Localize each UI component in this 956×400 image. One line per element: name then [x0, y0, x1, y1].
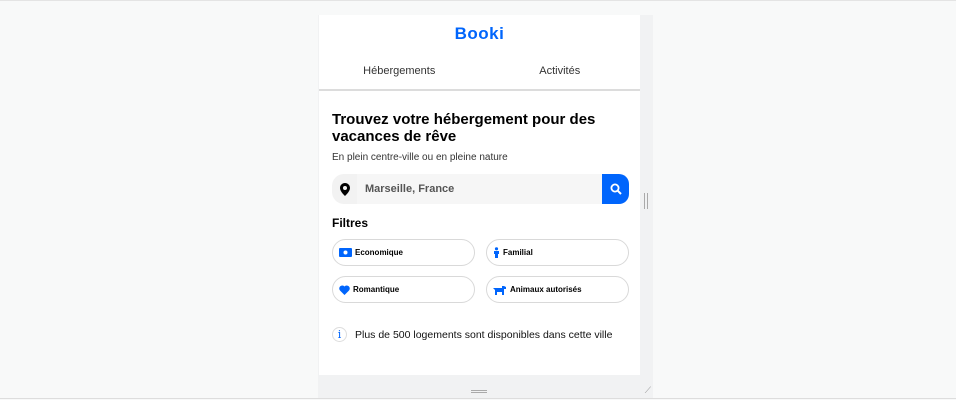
resize-handle-right[interactable]: [644, 193, 648, 209]
tab-activites[interactable]: Activités: [480, 55, 641, 89]
resize-corner-icon[interactable]: ⟋: [645, 385, 651, 396]
filters-title: Filtres: [332, 216, 369, 230]
info-text: Plus de 500 logements sont disponibles d…: [355, 328, 613, 341]
logo[interactable]: Booki: [319, 24, 640, 44]
info-icon: i: [332, 327, 347, 342]
filter-label: Familial: [503, 248, 533, 257]
subtitle: En plein centre-ville ou en pleine natur…: [332, 152, 508, 163]
page-title: Trouvez votre hébergement pour des vacan…: [332, 111, 596, 145]
search-button[interactable]: [602, 174, 629, 204]
resize-handle-bottom[interactable]: [471, 390, 487, 393]
resizable-frame: Booki Hébergements Activités Trouvez vot…: [318, 15, 653, 399]
filter-romantique[interactable]: Romantique: [332, 276, 475, 303]
filter-economique[interactable]: Economique: [332, 239, 475, 266]
booki-page: Booki Hébergements Activités Trouvez vot…: [319, 15, 640, 375]
tab-hebergements[interactable]: Hébergements: [319, 55, 480, 89]
filter-animaux[interactable]: Animaux autorisés: [486, 276, 629, 303]
search-icon: [610, 183, 622, 195]
filter-label: Romantique: [353, 285, 400, 294]
divider: [0, 398, 956, 399]
location-pin-icon: [332, 174, 357, 204]
search-input[interactable]: [357, 174, 602, 204]
heart-icon: [339, 284, 350, 295]
filter-label: Animaux autorisés: [510, 285, 582, 294]
filter-label: Economique: [355, 248, 404, 257]
child-icon: [494, 247, 499, 258]
money-icon: [339, 248, 352, 257]
nav-tabs: Hébergements Activités: [319, 55, 640, 91]
dog-icon: [493, 285, 506, 295]
search-bar: [332, 174, 629, 204]
filter-familial[interactable]: Familial: [486, 239, 629, 266]
info-message: i Plus de 500 logements sont disponibles…: [332, 327, 612, 342]
